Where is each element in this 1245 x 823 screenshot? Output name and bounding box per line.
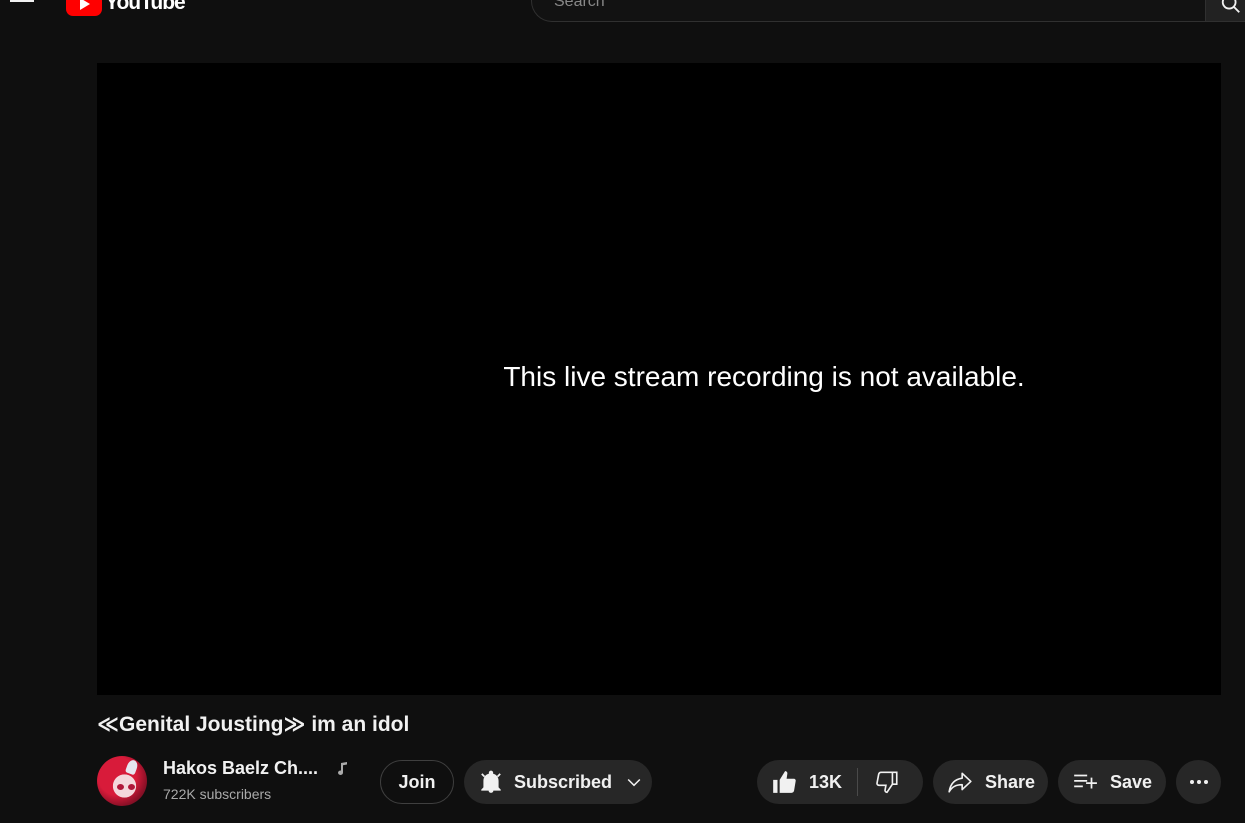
masthead: YouTube (0, 0, 1245, 24)
like-dislike-group: 13K (757, 760, 923, 804)
youtube-logo[interactable]: YouTube (66, 0, 186, 16)
thumbs-down-icon (876, 771, 898, 794)
subscribed-label: Subscribed (514, 771, 613, 792)
guide-menu-button[interactable] (8, 0, 36, 12)
video-title: ≪Genital Jousting≫ im an idol (97, 713, 410, 736)
search-button[interactable] (1205, 0, 1245, 22)
thumbs-up-icon (773, 771, 796, 793)
video-player[interactable]: This live stream recording is not availa… (97, 63, 1221, 695)
subscriber-count: 722K subscribers (163, 786, 272, 802)
join-button[interactable]: Join (380, 760, 454, 804)
youtube-play-icon (66, 0, 102, 16)
playlist-add-icon (1074, 774, 1097, 789)
share-label: Share (985, 771, 1036, 792)
hamburger-icon (10, 0, 34, 2)
search-icon (1221, 0, 1240, 13)
chevron-down-icon (624, 772, 644, 792)
more-actions-button[interactable] (1176, 760, 1221, 804)
share-icon (948, 772, 972, 793)
save-label: Save (1110, 771, 1153, 792)
channel-avatar[interactable] (97, 756, 147, 806)
join-label: Join (398, 771, 436, 792)
share-button[interactable]: Share (933, 760, 1048, 804)
search-box (531, 0, 1205, 23)
player-error-message: This live stream recording is not availa… (503, 361, 1025, 392)
subscribed-button[interactable]: Subscribed (464, 760, 652, 804)
like-button[interactable]: 13K (757, 760, 857, 804)
channel-name[interactable]: Hakos Baelz Ch.... (163, 758, 318, 779)
bell-icon (478, 769, 504, 795)
avatar-eye (117, 784, 124, 790)
avatar-eye (128, 784, 135, 790)
save-button[interactable]: Save (1058, 760, 1166, 804)
avatar-horn (124, 758, 140, 776)
music-note-icon (338, 762, 347, 775)
like-count: 13K (809, 771, 843, 792)
watch-page: YouTube This live stream recording is no… (0, 0, 1245, 823)
logo-text: YouTube (105, 0, 186, 14)
more-horiz-icon (1189, 780, 1208, 784)
search-input[interactable] (552, 0, 1176, 23)
dislike-button[interactable] (858, 760, 923, 804)
